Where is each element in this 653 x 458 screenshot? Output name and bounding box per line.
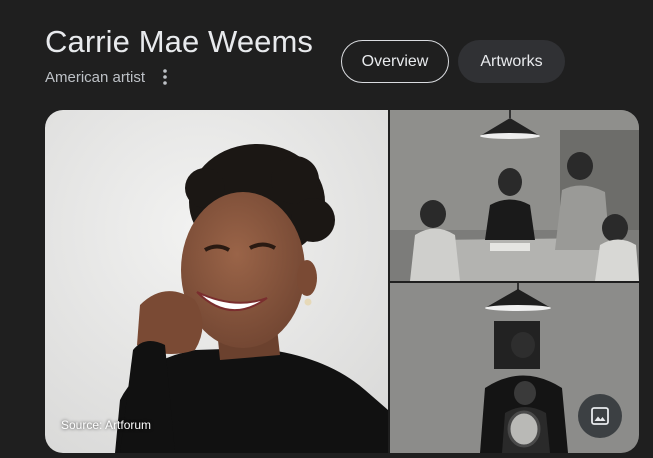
mirror-artwork-image[interactable] bbox=[390, 283, 639, 453]
tab-overview[interactable]: Overview bbox=[341, 40, 449, 83]
entity-subtitle: American artist bbox=[45, 69, 146, 86]
view-images-button[interactable] bbox=[578, 394, 622, 438]
entity-title: Carrie Mae Weems bbox=[45, 24, 314, 59]
image-icon bbox=[591, 407, 609, 425]
more-options-icon[interactable] bbox=[158, 68, 172, 86]
tab-artworks[interactable]: Artworks bbox=[458, 40, 565, 83]
knowledge-panel: Carrie Mae Weems American artist Overvie… bbox=[0, 0, 653, 458]
image-gallery: Source: Artforum bbox=[45, 110, 639, 453]
kitchen-table-artwork-image[interactable] bbox=[390, 110, 639, 281]
image-source-label: Source: Artforum bbox=[61, 418, 152, 432]
portrait-image[interactable]: Source: Artforum bbox=[45, 110, 388, 453]
